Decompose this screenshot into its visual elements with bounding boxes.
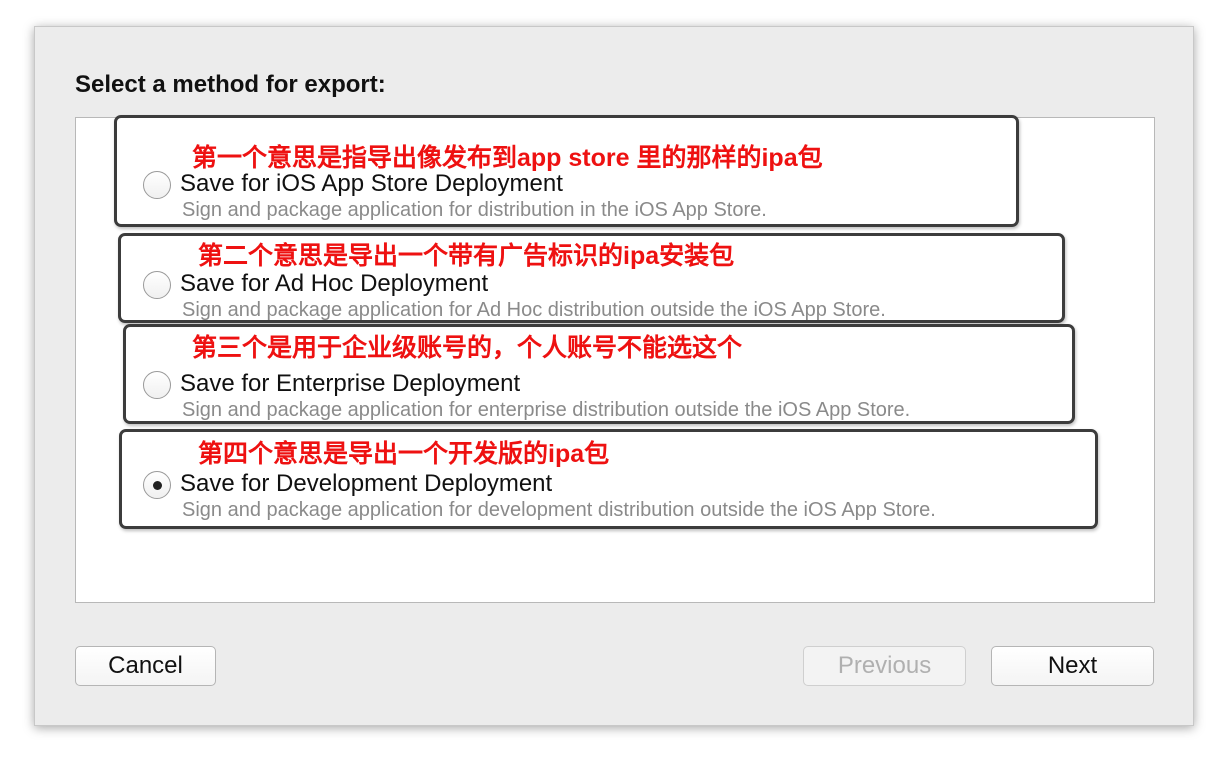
annotation-text-2: 第二个意思是导出一个带有广告标识的ipa安装包 — [198, 242, 735, 270]
annotation-text-3: 第三个是用于企业级账号的，个人账号不能选这个 — [192, 334, 743, 362]
cancel-button[interactable]: Cancel — [75, 646, 216, 686]
annotation-text-4: 第四个意思是导出一个开发版的ipa包 — [198, 440, 610, 468]
next-button[interactable]: Next — [991, 646, 1154, 686]
dialog-heading: Select a method for export: — [75, 71, 386, 98]
annotation-text-1: 第一个意思是指导出像发布到app store 里的那样的ipa包 — [192, 144, 823, 172]
previous-button[interactable]: Previous — [803, 646, 966, 686]
export-dialog: Select a method for export: Save for iOS… — [34, 26, 1194, 726]
